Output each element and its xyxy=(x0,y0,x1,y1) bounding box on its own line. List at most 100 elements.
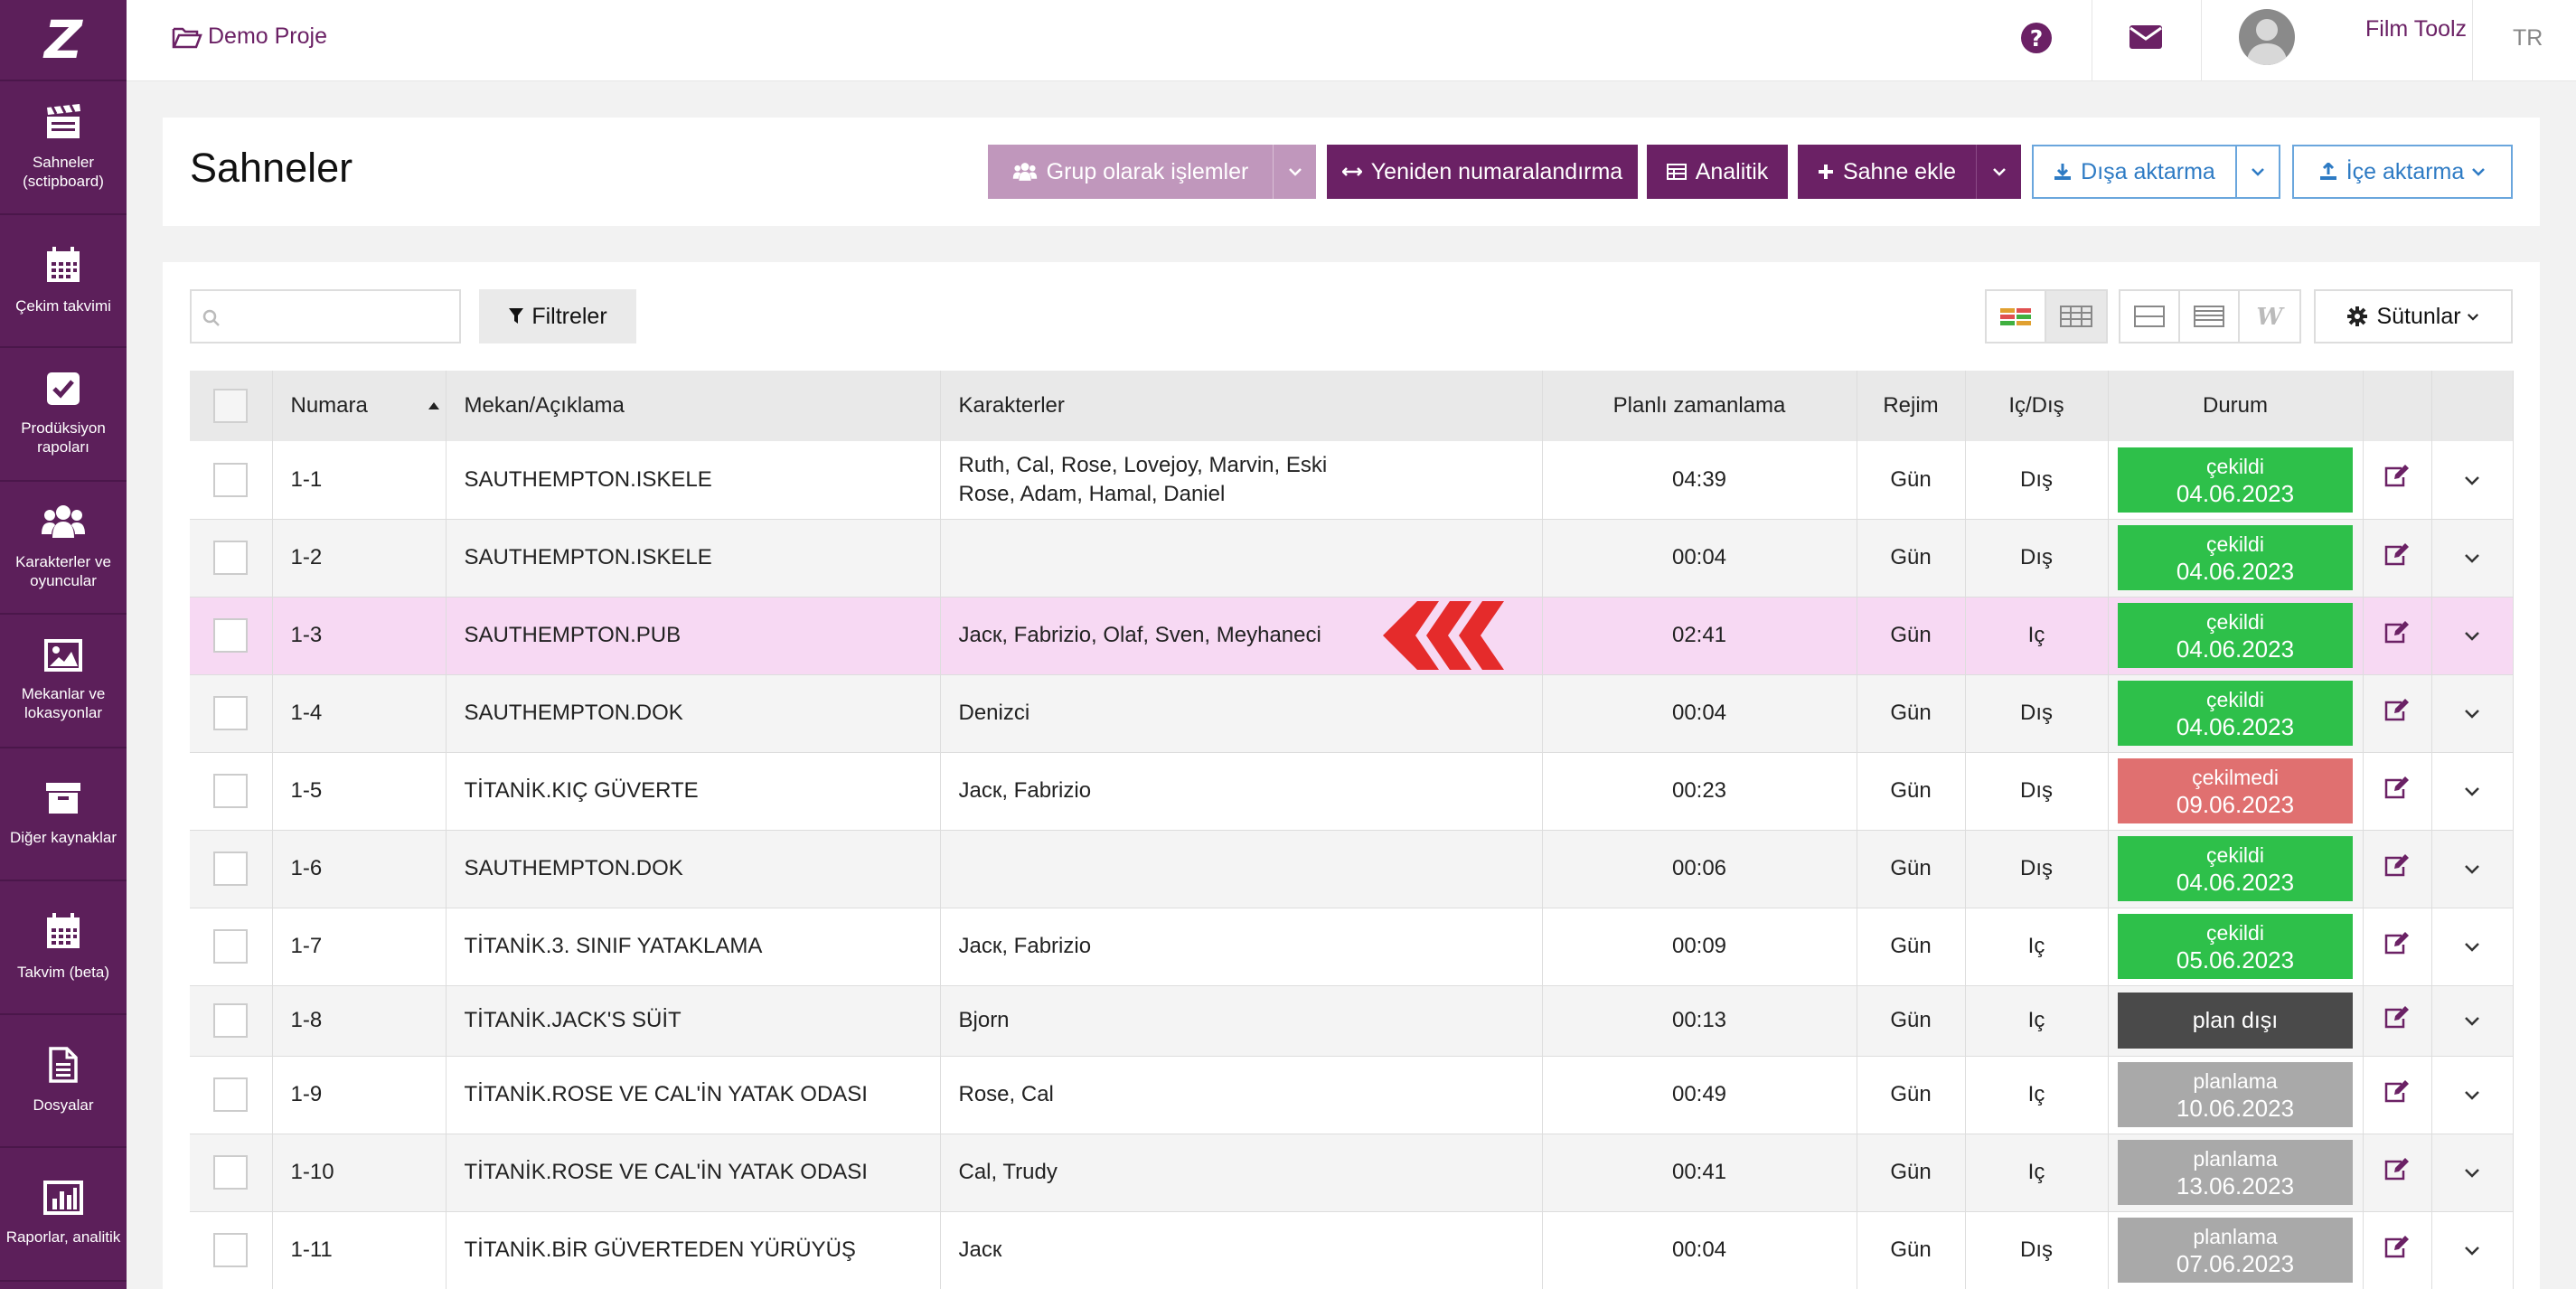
edit-icon[interactable] xyxy=(2383,465,2411,488)
status-badge[interactable]: çekildi 04.06.2023 xyxy=(2118,447,2353,513)
word-view-button[interactable]: W xyxy=(2240,291,2299,342)
sidebar-item-production-reports[interactable]: Prodüksiyon rapoları xyxy=(0,348,127,482)
search-input[interactable] xyxy=(231,298,448,334)
column-header-number[interactable]: Numara xyxy=(272,371,447,441)
messages-button[interactable] xyxy=(2129,24,2163,55)
scene-regime: Gün xyxy=(1857,830,1966,908)
sidebar-item-locations[interactable]: Mekanlar ve lokasyonlar xyxy=(0,615,127,748)
status-badge[interactable]: çekildi 04.06.2023 xyxy=(2118,681,2353,746)
table-row[interactable]: 1-2 SAUTHEMPTON.ISKELE 00:04 Gün Dış çekildi 0… xyxy=(190,519,2514,597)
renumber-button[interactable]: Yeniden numaralandırma xyxy=(1327,145,1638,199)
question-circle-icon: ? xyxy=(2021,23,2052,53)
status-badge[interactable]: çekildi 04.06.2023 xyxy=(2118,836,2353,901)
chevron-down-icon[interactable] xyxy=(2464,709,2480,720)
table-row[interactable]: 1-4 SAUTHEMPTON.DOK Denizci 00:04 Gün Dış çeki… xyxy=(190,674,2514,753)
group-operations-button[interactable]: Grup olarak işlemler xyxy=(988,145,1273,199)
sidebar-item-shooting-schedule[interactable]: Çekim takvimi xyxy=(0,215,127,348)
scene-number: 1-9 xyxy=(272,1056,447,1134)
import-button[interactable]: İçe aktarma xyxy=(2292,145,2513,199)
status-badge[interactable]: çekildi 05.06.2023 xyxy=(2118,914,2353,979)
chevron-down-icon[interactable] xyxy=(2464,942,2480,953)
row-checkbox[interactable] xyxy=(213,929,249,964)
status-badge[interactable]: çekildi 04.06.2023 xyxy=(2118,603,2353,668)
status-badge[interactable]: plan dışı xyxy=(2118,993,2353,1049)
table-view-button[interactable] xyxy=(2046,291,2106,342)
chevron-down-icon[interactable] xyxy=(2464,1016,2480,1027)
edit-icon[interactable] xyxy=(2383,620,2411,644)
status-badge[interactable]: planlama 07.06.2023 xyxy=(2118,1218,2353,1283)
status-badge[interactable]: çekilmedi 09.06.2023 xyxy=(2118,758,2353,823)
columns-button[interactable]: Sütunlar xyxy=(2314,289,2513,343)
table-row[interactable]: 1-6 SAUTHEMPTON.DOK 00:06 Gün Dış çekildi 04.0… xyxy=(190,830,2514,908)
chevron-down-icon[interactable] xyxy=(2464,1246,2480,1256)
edit-icon[interactable] xyxy=(2383,776,2411,800)
table-row[interactable]: 1-1 SAUTHEMPTON.ISKELE Ruth, Cal, Rose, Lo… xyxy=(190,441,2514,520)
row-checkbox[interactable] xyxy=(213,618,249,653)
chevron-down-icon[interactable] xyxy=(2464,864,2480,875)
user-menu[interactable]: Film Toolz xyxy=(2239,9,2467,65)
edit-icon[interactable] xyxy=(2383,853,2411,878)
status-badge[interactable]: planlama 13.06.2023 xyxy=(2118,1140,2353,1205)
project-link[interactable]: Demo Proje xyxy=(172,24,327,50)
row-checkbox[interactable] xyxy=(213,1077,249,1112)
table-row[interactable]: 1-7 TİTANİK.3. SINIF YATAKLAMA Jacк, Fabri… xyxy=(190,908,2514,986)
add-scene-button[interactable]: Sahne ekle xyxy=(1798,145,1976,199)
edit-icon[interactable] xyxy=(2383,931,2411,955)
language-switcher[interactable]: TR xyxy=(2513,25,2543,52)
edit-icon[interactable] xyxy=(2383,1005,2411,1030)
edit-icon[interactable] xyxy=(2383,1235,2411,1259)
sidebar-item-other-resources[interactable]: Diğer kaynaklar xyxy=(0,748,127,881)
column-header-characters[interactable]: Karakterler xyxy=(940,371,1543,441)
table-row[interactable]: 1-3 SAUTHEMPTON.PUB Jacк, Fabrizio, Olaf, … xyxy=(190,597,2514,675)
chevron-down-icon[interactable] xyxy=(2464,553,2480,564)
filters-button[interactable]: Filtreler xyxy=(479,289,636,343)
column-header-location[interactable]: Mekan/Açıklama xyxy=(446,371,941,441)
sidebar-item-scenes[interactable]: Sahneler (sctipboard) xyxy=(0,81,127,215)
edit-icon[interactable] xyxy=(2383,1157,2411,1181)
help-button[interactable]: ? xyxy=(2020,22,2053,59)
table-row[interactable]: 1-9 TİTANİK.ROSE VE CAL'İN YATAK ODASI Ros… xyxy=(190,1056,2514,1134)
select-all-checkbox[interactable] xyxy=(213,389,249,423)
row-checkbox[interactable] xyxy=(213,541,249,575)
sidebar-item-files[interactable]: Dosyalar xyxy=(0,1015,127,1148)
sidebar-item-reports[interactable]: Raporlar, analitik xyxy=(0,1148,127,1282)
row-checkbox[interactable] xyxy=(213,1003,249,1038)
compact-view-button[interactable] xyxy=(2120,291,2180,342)
export-dropdown[interactable] xyxy=(2235,145,2280,199)
table-row[interactable]: 1-11 TİTANİK.BİR GÜVERTEDEN YÜRÜYÜŞ Jacк 00… xyxy=(190,1211,2514,1289)
app-logo[interactable]: Z xyxy=(0,0,127,81)
group-operations-dropdown[interactable] xyxy=(1273,145,1316,199)
edit-icon[interactable] xyxy=(2383,1079,2411,1104)
chevron-down-icon[interactable] xyxy=(2464,475,2480,486)
sidebar-item-label: Sahneler (sctipboard) xyxy=(23,153,104,190)
chevron-down-icon[interactable] xyxy=(2464,786,2480,797)
column-header-status[interactable]: Durum xyxy=(2108,371,2364,441)
row-checkbox[interactable] xyxy=(213,774,249,808)
sidebar-item-calendar-beta[interactable]: Takvim (beta) xyxy=(0,881,127,1015)
row-checkbox[interactable] xyxy=(213,696,249,730)
row-checkbox[interactable] xyxy=(213,1155,249,1190)
row-checkbox[interactable] xyxy=(213,462,249,497)
column-header-regime[interactable]: Rejim xyxy=(1857,371,1966,441)
row-checkbox[interactable] xyxy=(213,851,249,886)
column-header-planned[interactable]: Planlı zamanlama xyxy=(1542,371,1857,441)
edit-icon[interactable] xyxy=(2383,698,2411,722)
color-grid-view-button[interactable] xyxy=(1987,291,2046,342)
column-header-inout[interactable]: Iç/Dış xyxy=(1965,371,2109,441)
edit-icon[interactable] xyxy=(2383,542,2411,567)
status-badge[interactable]: çekildi 04.06.2023 xyxy=(2118,525,2353,590)
row-checkbox[interactable] xyxy=(213,1233,249,1267)
sidebar-item-characters[interactable]: Karakterler ve oyuncular xyxy=(0,482,127,615)
analytics-button[interactable]: Analitik xyxy=(1647,145,1788,199)
status-badge[interactable]: planlama 10.06.2023 xyxy=(2118,1062,2353,1127)
chevron-down-icon[interactable] xyxy=(2464,1090,2480,1101)
table-row[interactable]: 1-8 TİTANİK.JACK'S SÜİT Bjorn 00:13 Gün Iç pla… xyxy=(190,985,2514,1057)
chevron-down-icon[interactable] xyxy=(2464,631,2480,642)
status-date: 04.06.2023 xyxy=(2176,558,2295,585)
add-scene-dropdown[interactable] xyxy=(1976,145,2021,199)
chevron-down-icon[interactable] xyxy=(2464,1168,2480,1179)
table-row[interactable]: 1-5 TİTANİK.KIÇ GÜVERTE Jacк, Fabrizio 00:2… xyxy=(190,752,2514,831)
table-row[interactable]: 1-10 TİTANİK.ROSE VE CAL'İN YATAK ODASI Ca… xyxy=(190,1134,2514,1212)
list-view-button[interactable] xyxy=(2180,291,2240,342)
export-button[interactable]: Dışa aktarma xyxy=(2032,145,2237,199)
